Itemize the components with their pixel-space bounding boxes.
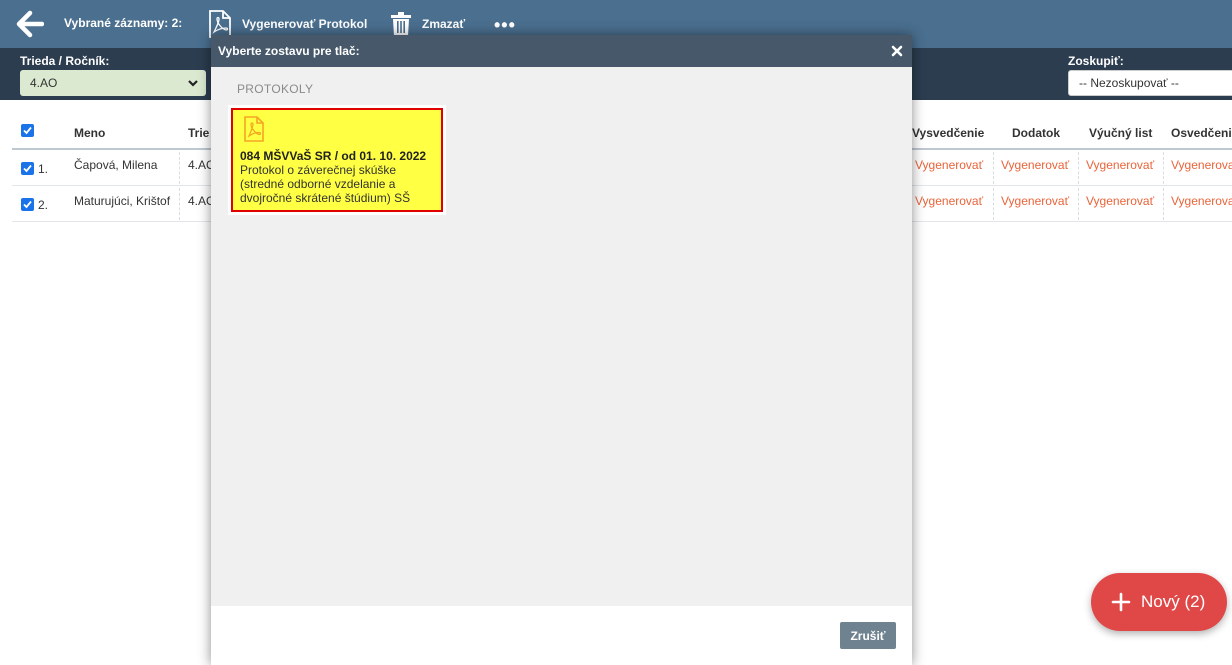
row-checkbox[interactable] [21, 162, 34, 175]
group-filter-label: Zoskupiť: [1068, 54, 1124, 68]
row-name: Čapová, Milena [74, 158, 158, 172]
more-menu-button[interactable]: ••• [494, 15, 516, 36]
class-select[interactable]: 4.AO [20, 70, 206, 96]
column-divider [993, 152, 994, 184]
new-record-label: Nový (2) [1141, 592, 1206, 611]
generate-protocol-label: Vygenerovať Protokol [242, 17, 368, 31]
row-number: 2. [38, 198, 49, 212]
delete-button[interactable]: Zmazať [390, 10, 465, 38]
row-number: 1. [38, 162, 49, 176]
trash-icon [391, 12, 411, 36]
group-select-value: -- Nezoskupovať -- [1079, 76, 1179, 90]
generate-attestation-link[interactable]: Vygenerovať [1171, 194, 1232, 208]
dialog-title: Vyberte zostavu pre tlač: [218, 44, 360, 58]
plus-icon [1111, 592, 1131, 615]
class-filter-label: Trieda / Ročník: [20, 54, 110, 68]
generate-protocol-button[interactable]: Vygenerovať Protokol [208, 10, 367, 38]
header-class[interactable]: Trie [188, 126, 209, 140]
generate-supplement-link[interactable]: Vygenerovať [1001, 194, 1069, 208]
delete-label: Zmazať [422, 17, 466, 31]
dialog-footer: Zrušiť [211, 606, 912, 665]
cancel-button[interactable]: Zrušiť [840, 622, 896, 649]
header-certificate[interactable]: Vysvedčenie [912, 126, 984, 140]
row-name: Maturujúci, Krištof [74, 194, 171, 208]
pdf-file-icon [243, 116, 265, 145]
new-record-button[interactable]: Nový (2) [1091, 573, 1227, 631]
generate-certificate-link[interactable]: Vygenerovať [915, 194, 983, 208]
section-label-protocols: PROTOKOLY [237, 82, 314, 96]
generate-certificate-link[interactable]: Vygenerovať [915, 158, 983, 172]
selected-count-label: Vybrané záznamy: 2: [64, 16, 183, 30]
arrow-left-icon[interactable] [16, 10, 45, 38]
pdf-file-icon [209, 10, 231, 38]
column-divider [1163, 152, 1164, 184]
column-divider [1163, 188, 1164, 220]
generate-apprentice-link[interactable]: Vygenerovať [1086, 158, 1154, 172]
dialog-header: Vyberte zostavu pre tlač: [211, 35, 912, 67]
column-divider [1078, 152, 1079, 184]
class-select-value: 4.AO [30, 76, 58, 90]
column-divider [179, 188, 180, 220]
generate-apprentice-link[interactable]: Vygenerovať [1086, 194, 1154, 208]
chevron-down-icon [188, 80, 198, 87]
report-card-084[interactable]: 084 MŠVVaŠ SR / od 01. 10. 2022 Protokol… [231, 108, 443, 212]
report-card-wrapper: 084 MŠVVaŠ SR / od 01. 10. 2022 Protokol… [228, 105, 446, 215]
column-divider [993, 188, 994, 220]
print-report-dialog: Vyberte zostavu pre tlač: PROTOKOLY 084 … [211, 35, 912, 665]
dialog-body: PROTOKOLY 084 MŠVVaŠ SR / od 01. 10. 202… [211, 67, 912, 606]
group-select[interactable]: -- Nezoskupovať -- [1068, 70, 1232, 96]
header-name[interactable]: Meno [74, 126, 105, 140]
header-attestation[interactable]: Osvedčeni [1171, 126, 1232, 140]
generate-supplement-link[interactable]: Vygenerovať [1001, 158, 1069, 172]
column-divider [179, 152, 180, 184]
generate-attestation-link[interactable]: Vygenerovať [1171, 158, 1232, 172]
row-checkbox[interactable] [21, 198, 34, 211]
select-all-checkbox[interactable] [21, 124, 34, 137]
report-card-description: Protokol o záverečnej skúške (stredné od… [240, 163, 411, 205]
close-icon[interactable] [890, 44, 904, 58]
header-supplement[interactable]: Dodatok [1012, 126, 1060, 140]
header-apprentice[interactable]: Výučný list [1089, 126, 1152, 140]
report-card-title: 084 MŠVVaŠ SR / od 01. 10. 2022 [240, 149, 427, 163]
column-divider [1078, 188, 1079, 220]
